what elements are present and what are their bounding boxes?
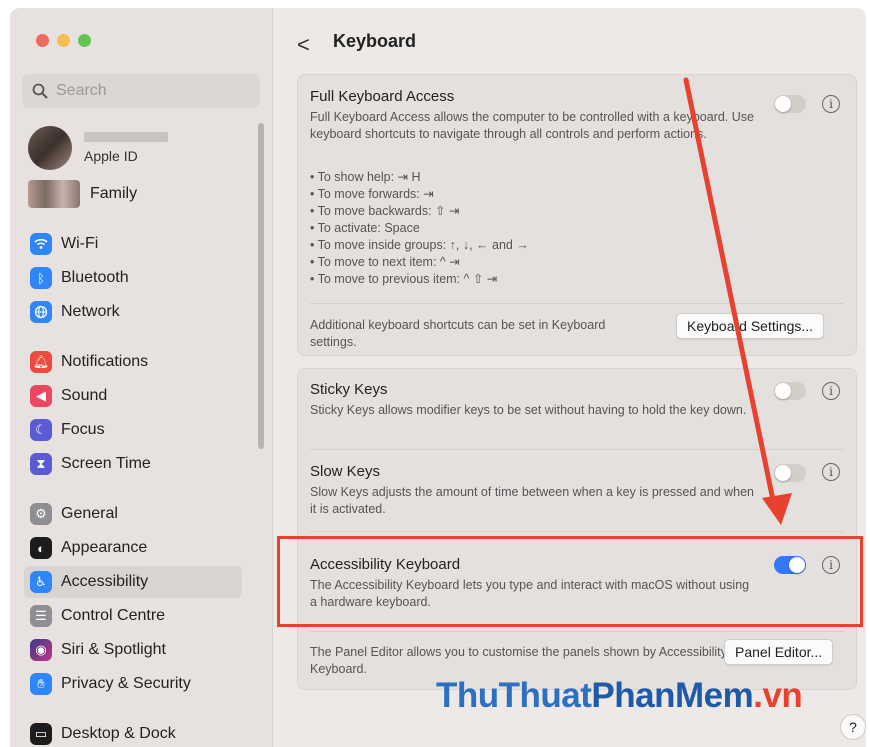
watermark: ThuThuatPhanMem.vn xyxy=(436,676,803,716)
annotation-arrow-icon xyxy=(683,77,792,525)
watermark-part: ThuThuat xyxy=(436,676,592,715)
watermark-part: PhanMem xyxy=(591,676,754,715)
watermark-part: .vn xyxy=(753,676,803,715)
